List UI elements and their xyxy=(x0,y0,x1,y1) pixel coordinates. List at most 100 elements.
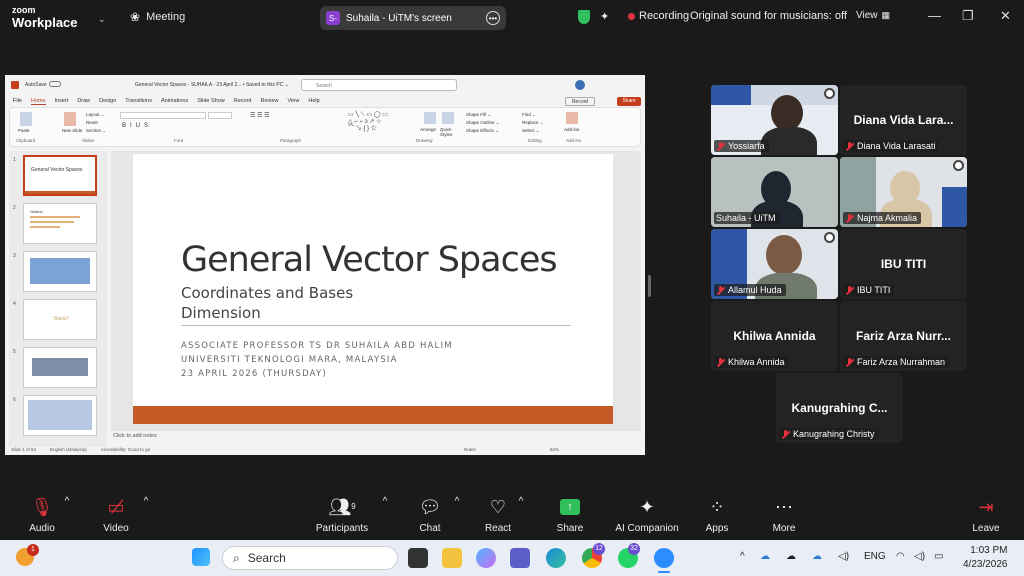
more-options-icon[interactable]: ••• xyxy=(486,11,500,25)
current-slide[interactable]: General Vector Spaces Coordinates and Ba… xyxy=(133,154,613,424)
slide-divider xyxy=(181,325,571,326)
font-name-box[interactable] xyxy=(120,112,206,119)
find-button[interactable]: Find ⌄ xyxy=(522,112,536,118)
share-screen-button[interactable]: ↑ Share xyxy=(530,496,610,534)
chrome-badge: 12 xyxy=(593,543,605,555)
minimize-icon[interactable]: — xyxy=(928,8,941,23)
notes-pane[interactable]: Click to add notes xyxy=(111,431,641,443)
video-options-caret[interactable]: ^ xyxy=(141,496,151,507)
taskbar-search[interactable]: ⌕ Search xyxy=(222,546,398,570)
react-button[interactable]: ♡ React xyxy=(458,496,538,534)
system-clock[interactable]: 1:03 PM 4/23/2026 xyxy=(963,544,1008,572)
slide-author: ASSOCIATE PROFESSOR TS DR SUHAILA ABD HA… xyxy=(181,341,453,351)
menu-transitions[interactable]: Transitions xyxy=(125,98,152,104)
participant-tile-diana[interactable]: Diana Vida Lara... Diana Vida Larasati xyxy=(840,85,967,155)
ppt-share-button[interactable]: Share xyxy=(617,97,641,106)
file-explorer-icon[interactable] xyxy=(442,548,462,568)
participants-options-caret[interactable]: ^ xyxy=(380,496,390,507)
layout-button[interactable]: Layout ⌄ xyxy=(86,112,105,118)
volume-icon[interactable]: ◁) xyxy=(914,551,925,562)
close-icon[interactable]: ✕ xyxy=(1000,8,1011,24)
language-indicator[interactable]: ENG xyxy=(864,551,886,562)
ppt-search-box[interactable]: Search xyxy=(301,79,457,91)
paste-icon[interactable] xyxy=(20,112,32,126)
font-format-buttons[interactable]: BIUS xyxy=(122,123,152,129)
autosave-label[interactable]: AutoSave xyxy=(25,82,47,88)
sparkle-icon[interactable]: ✦ xyxy=(600,10,609,23)
menu-design[interactable]: Design xyxy=(99,98,116,104)
chevron-down-icon[interactable]: ⌄ xyxy=(98,14,106,25)
encryption-shield[interactable] xyxy=(578,10,590,24)
avatar[interactable] xyxy=(575,80,585,90)
shape-fill-button[interactable]: Shape Fill ⌄ xyxy=(466,112,491,118)
menu-review[interactable]: Review xyxy=(260,98,278,104)
slide-thumbnail-2[interactable]: Outline xyxy=(23,203,97,244)
chevron-up-icon[interactable]: ^ xyxy=(740,551,745,562)
split-resize-handle[interactable] xyxy=(648,275,651,297)
participant-tile-khilwa[interactable]: Khilwa Annida Khilwa Annida xyxy=(711,301,838,371)
restore-icon[interactable]: ❐ xyxy=(962,8,974,24)
shapes-gallery[interactable]: ▭ ╲ ⟍ ▭ ◯ ▭ △ ⌐ ⌐ ↄ ↗ ☆ ⌒ ↘ { } ☆ xyxy=(348,112,408,133)
original-sound-status[interactable]: Original sound for musicians: off xyxy=(690,10,847,22)
wifi-icon[interactable]: ◠ xyxy=(896,551,905,562)
quick-styles-icon[interactable] xyxy=(442,112,454,124)
menu-insert[interactable]: Insert xyxy=(55,98,69,104)
slide-thumbnail-5[interactable] xyxy=(23,347,97,388)
font-size-box[interactable] xyxy=(208,112,232,119)
ai-companion-button[interactable]: ✦ AI Companion xyxy=(607,496,687,534)
section-button[interactable]: Section ⌄ xyxy=(86,128,106,134)
slide-thumbnail-4[interactable]: Basis? xyxy=(23,299,97,340)
slide-thumbnail-3[interactable] xyxy=(23,251,97,292)
audio-options-caret[interactable]: ^ xyxy=(62,496,72,507)
screen-share-pill[interactable]: S- Suhaila - UiTM's screen ••• xyxy=(320,6,506,30)
ppt-record-button[interactable]: Record xyxy=(565,97,595,106)
menu-file[interactable]: File xyxy=(13,98,22,104)
participant-tile-fariz[interactable]: Fariz Arza Nurr... Fariz Arza Nurrahman xyxy=(840,301,967,371)
onedrive-icon[interactable]: ☁ xyxy=(812,551,822,562)
copilot-icon[interactable] xyxy=(476,548,496,568)
mic-muted-icon xyxy=(781,429,790,439)
react-options-caret[interactable]: ^ xyxy=(516,496,526,507)
menu-home[interactable]: Home xyxy=(30,98,46,105)
battery-icon[interactable]: ▭ xyxy=(934,551,943,562)
addins-icon[interactable] xyxy=(566,112,578,124)
participant-tile-ibu-titi[interactable]: IBU TITI IBU TITI xyxy=(840,229,967,299)
paragraph-buttons[interactable]: ☰ ☰ ☰ xyxy=(250,112,269,119)
participant-tile-allamul[interactable]: Allamul Huda xyxy=(711,229,838,299)
replace-button[interactable]: Replace ⌄ xyxy=(522,120,544,126)
meeting-menu[interactable]: ❀ Meeting xyxy=(130,10,185,24)
more-button[interactable]: ⋯ More xyxy=(744,496,824,534)
leave-button[interactable]: ⇥ Leave xyxy=(946,496,1024,534)
cloud-icon[interactable]: ☁ xyxy=(786,551,796,562)
arrange-icon[interactable] xyxy=(424,112,436,124)
speaker-icon[interactable]: ◁) xyxy=(838,551,849,562)
menu-view[interactable]: View xyxy=(288,98,300,104)
shape-effects-button[interactable]: Shape Effects ⌄ xyxy=(466,128,499,134)
edge-icon[interactable] xyxy=(546,548,566,568)
select-button[interactable]: Select ⌄ xyxy=(522,128,540,134)
shape-outline-button[interactable]: Shape Outline ⌄ xyxy=(466,120,500,126)
new-slide-icon[interactable] xyxy=(64,112,76,126)
view-menu[interactable]: View ▦ xyxy=(856,10,890,21)
menu-record[interactable]: Record xyxy=(234,98,252,104)
participant-tile-yossiarfa[interactable]: Yossiarfa xyxy=(711,85,838,155)
slide-thumbnail-6[interactable] xyxy=(23,395,97,436)
menu-draw[interactable]: Draw xyxy=(77,98,90,104)
onedrive-icon[interactable]: ☁ xyxy=(760,551,770,562)
task-view-icon[interactable] xyxy=(408,548,428,568)
menu-slide-show[interactable]: Slide Show xyxy=(197,98,225,104)
menu-help[interactable]: Help xyxy=(308,98,319,104)
recording-indicator[interactable]: Recording xyxy=(628,10,689,22)
windows-start-icon[interactable] xyxy=(192,548,210,566)
slide-thumbnail-1[interactable]: General Vector Spaces xyxy=(23,155,97,196)
participants-button[interactable]: 👥︎9 Participants xyxy=(302,496,382,534)
participant-face xyxy=(766,235,802,275)
participant-tile-najma[interactable]: Najma Akmalia xyxy=(840,157,967,227)
reset-button[interactable]: Reset xyxy=(86,120,98,125)
teams-icon[interactable] xyxy=(510,548,530,568)
menu-animations[interactable]: Animations xyxy=(161,98,188,104)
participant-tile-kanugrahing[interactable]: Kanugrahing C... Kanugrahing Christy xyxy=(776,373,903,443)
zoom-icon[interactable] xyxy=(654,548,674,568)
autosave-toggle[interactable] xyxy=(49,81,61,87)
participant-tile-suhaila[interactable]: Suhaila - UiTM xyxy=(711,157,838,227)
